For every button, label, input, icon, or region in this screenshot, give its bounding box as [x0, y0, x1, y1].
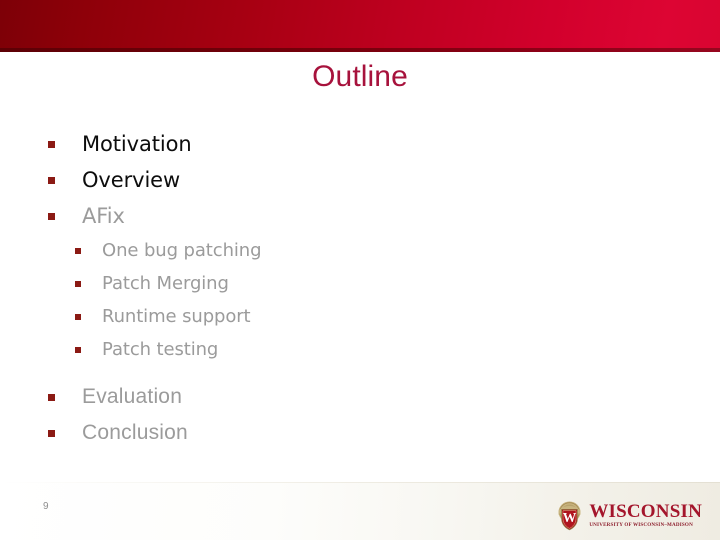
- square-bullet-icon: [75, 248, 81, 254]
- square-bullet-icon: [75, 347, 81, 353]
- slide: Outline Motivation Overview AFix One bug pa…: [0, 0, 720, 540]
- outline-item: Motivation: [0, 126, 720, 162]
- outline-item-label: Patch Merging: [102, 273, 229, 294]
- outline-item: Patch Merging: [0, 267, 720, 300]
- list-gap: [0, 366, 720, 379]
- outline-item: One bug patching: [0, 234, 720, 267]
- outline-item: Evaluation: [0, 379, 720, 415]
- outline-item: AFix: [0, 198, 720, 234]
- outline-item-label: Overview: [82, 168, 181, 192]
- wisconsin-wordmark: WISCONSIN: [589, 500, 702, 522]
- svg-text:W: W: [563, 510, 577, 525]
- square-bullet-icon: [75, 314, 81, 320]
- outline-item: Patch testing: [0, 333, 720, 366]
- square-bullet-icon: [48, 177, 55, 184]
- outline-item: Conclusion: [0, 415, 720, 451]
- page-number: 9: [43, 501, 49, 512]
- outline-item: Runtime support: [0, 300, 720, 333]
- outline-item-label: AFix: [82, 204, 125, 228]
- page-title: Outline: [312, 60, 408, 93]
- square-bullet-icon: [48, 213, 55, 220]
- outline-item-label: Runtime support: [102, 306, 251, 327]
- square-bullet-icon: [48, 430, 55, 437]
- outline-list: Motivation Overview AFix One bug patching Pa…: [0, 126, 720, 451]
- outline-item-label: One bug patching: [102, 240, 262, 261]
- square-bullet-icon: [75, 281, 81, 287]
- header-band: [0, 0, 720, 52]
- wisconsin-subtitle: UNIVERSITY OF WISCONSIN–MADISON: [589, 521, 693, 528]
- outline-item-label: Motivation: [82, 132, 192, 156]
- outline-item-label: Patch testing: [102, 339, 219, 360]
- outline-item-label: Evaluation: [82, 385, 183, 408]
- wisconsin-logo: W WISCONSIN UNIVERSITY OF WISCONSIN–MADI…: [554, 498, 702, 532]
- square-bullet-icon: [48, 141, 55, 148]
- wisconsin-crest-icon: W: [558, 501, 581, 530]
- square-bullet-icon: [48, 394, 55, 401]
- outline-item: Overview: [0, 162, 720, 198]
- outline-item-label: Conclusion: [82, 421, 188, 444]
